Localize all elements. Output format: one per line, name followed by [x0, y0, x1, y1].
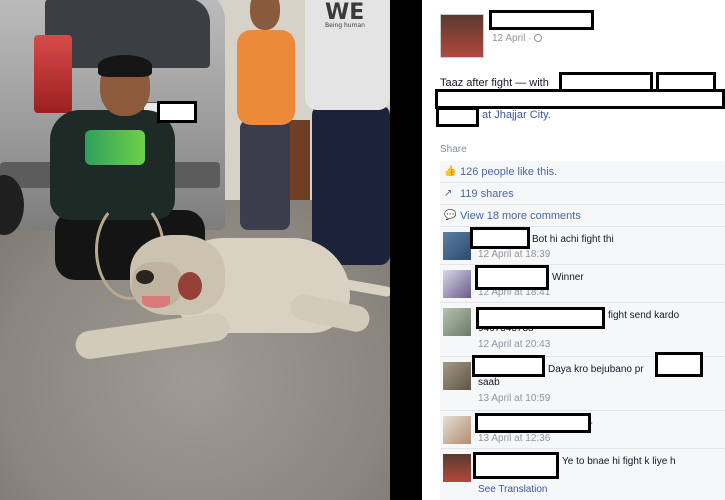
comment-text: Winner — [552, 272, 584, 283]
comment-timestamp[interactable]: 13 April at 10:59 — [478, 393, 550, 404]
commenter-avatar[interactable] — [443, 308, 471, 336]
comment-text: fight send kardo — [608, 310, 680, 321]
redaction-box — [476, 307, 605, 329]
commenter-avatar[interactable] — [443, 232, 471, 260]
person-crouching-body — [50, 110, 175, 220]
likes-row[interactable]: 👍 126 people like this. — [440, 161, 725, 183]
person-white-legs — [312, 105, 390, 265]
commenter-avatar[interactable] — [443, 362, 471, 390]
shares-row[interactable]: ↗ 119 shares — [440, 183, 725, 205]
post-location[interactable]: at Jhajjar City. — [482, 109, 551, 121]
comment-timestamp[interactable]: 12 April at 20:43 — [478, 339, 550, 350]
share-arrow-icon: ↗ — [444, 188, 453, 199]
feedback-section: 👍 126 people like this. ↗ 119 shares 💬 V… — [440, 161, 725, 500]
comment-bubble-icon: 💬 — [444, 210, 457, 221]
thumbs-up-icon: 👍 — [444, 166, 457, 177]
person-orange-shirt — [237, 30, 295, 125]
view-more-comments-label[interactable]: View 18 more comments — [460, 210, 581, 222]
redaction-box — [475, 413, 591, 433]
dog-wound — [178, 272, 202, 300]
commenter-avatar[interactable] — [443, 416, 471, 444]
redaction-box — [436, 107, 479, 127]
dog-tongue — [142, 296, 170, 308]
person-crouching-shirt-stripe — [85, 130, 145, 165]
dog-nose — [136, 270, 154, 284]
redaction-box — [157, 101, 197, 123]
redaction-box — [655, 352, 703, 377]
post-caption: Taaz after fight — with — [440, 77, 549, 89]
car-tail-light — [34, 35, 72, 113]
post-date-text: 12 April · — [492, 33, 532, 44]
comment-timestamp[interactable]: 12 April at 18:39 — [478, 249, 550, 260]
redaction-box — [489, 10, 594, 30]
commenter-avatar[interactable] — [443, 454, 471, 482]
poster-avatar[interactable] — [440, 14, 484, 58]
redaction-box — [473, 452, 559, 479]
comment-text-continued: saab — [478, 377, 500, 388]
redaction-box — [470, 227, 530, 249]
comment-text: Daya kro bejubano pr — [548, 364, 644, 375]
view-more-comments[interactable]: 💬 View 18 more comments — [440, 205, 725, 227]
comment-text: Bot hi achi fight thi — [532, 234, 614, 245]
share-button[interactable]: Share — [440, 144, 467, 155]
shirt-logo-sub: Being human — [325, 22, 365, 29]
person-orange-legs — [240, 120, 290, 230]
person-crouching-hair — [98, 55, 152, 77]
see-translation-link[interactable]: See Translation — [478, 484, 548, 495]
post-photo[interactable]: WE Being human — [0, 0, 390, 500]
redaction-box — [472, 355, 545, 377]
redaction-box — [475, 265, 549, 290]
post-timestamp[interactable]: 12 April · — [492, 33, 543, 44]
comment-timestamp[interactable]: 13 April at 12:36 — [478, 433, 550, 444]
shares-count[interactable]: 119 shares — [460, 188, 514, 200]
likes-count[interactable]: 126 people like this. — [460, 166, 557, 178]
photo-panel-divider — [390, 0, 422, 500]
comment-text: Ye to bnae hi fight k liye h — [562, 456, 676, 467]
shirt-logo: WE Being human — [325, 0, 365, 29]
commenter-avatar[interactable] — [443, 270, 471, 298]
redaction-box — [435, 89, 725, 109]
globe-icon — [534, 34, 543, 42]
photo-door — [288, 120, 310, 200]
